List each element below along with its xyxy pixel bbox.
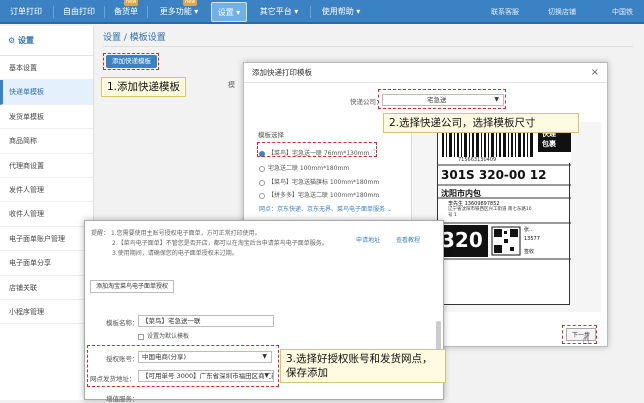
highlight-box xyxy=(87,345,279,387)
template-option-2[interactable]: 宅急送二联 100mm*180mm xyxy=(259,163,349,172)
large-sort-number: 320 xyxy=(441,228,483,252)
nav-help-label: 使用帮助 xyxy=(321,7,354,16)
sidebar-item-agent-settings[interactable]: 代理商设置 xyxy=(0,154,93,178)
default-checkbox-label: 设置为默认模板 xyxy=(147,333,190,340)
nav-other-platforms-label: 其它平台 xyxy=(259,7,292,16)
step2-callout: 2.选择快递公司，选择模板尺寸 xyxy=(383,113,579,133)
close-icon[interactable]: × xyxy=(591,67,599,78)
highlight-box xyxy=(103,53,159,70)
sidebar-item-basic-settings[interactable]: 基本设置 xyxy=(0,56,93,81)
template-select-label: 模板选择 xyxy=(258,131,284,139)
step1-callout: 1.添加快递模板 xyxy=(101,77,187,97)
notice-line-1: 1.您需要使用主账号授权电子面单，方可正常打印使用。 xyxy=(110,230,261,237)
chevron-down-icon: ▾ xyxy=(194,7,199,16)
page-title: 设置 / 模板设置 xyxy=(103,33,166,43)
nav-order-print[interactable]: 订单打印 xyxy=(0,0,52,24)
radio-icon xyxy=(259,179,265,186)
tutorial-link[interactable]: 查看教程 xyxy=(396,235,420,244)
destination-city: 沈阳市内包 xyxy=(441,189,481,198)
sidebar-item-invoice-templates[interactable]: 发货单模板 xyxy=(0,105,93,130)
nav-divider xyxy=(53,6,54,18)
nav-picking-list-label: 备货单 xyxy=(114,7,138,16)
checkbox-icon xyxy=(138,333,144,340)
top-nav: 订单打印 自由打印 备货单 new 更多功能 ▾ new 设置 ▾ 其它平台 ▾… xyxy=(0,0,644,24)
contact-support-link[interactable]: 联系客服 xyxy=(491,0,519,24)
divider xyxy=(103,46,633,47)
nav-divider xyxy=(104,6,105,18)
highlight-box xyxy=(562,325,597,344)
chevron-down-icon: ▾ xyxy=(294,7,299,16)
notice-prefix: 提醒： xyxy=(91,230,110,237)
value-added-label: 增值服务： xyxy=(106,395,139,403)
sidebar-item-mini-program[interactable]: 小程序管理 xyxy=(0,300,93,325)
template-name-label: 模板名称： xyxy=(106,319,139,327)
cursor-hand-icon: ☝ xyxy=(582,333,590,348)
sender-name: 张... xyxy=(524,227,534,233)
partial-tab-label: 模 xyxy=(228,81,235,89)
nav-settings[interactable]: 设置 ▾ xyxy=(211,2,247,22)
default-template-checkbox[interactable]: 设置为默认模板 xyxy=(138,331,189,340)
sidebar-item-recipient-management[interactable]: 收件人管理 xyxy=(0,202,93,227)
dialog-title: 添加快递打印模板 xyxy=(244,63,607,83)
template-name-input[interactable]: 【菜鸟】宅急送一联 xyxy=(138,315,274,327)
chevron-down-icon: ▾ xyxy=(236,8,241,17)
template-option-label: 宅急送二联 100mm*180mm xyxy=(268,165,350,172)
template-option-4[interactable]: 【拼多多】宅急送二联 100mm*180mm xyxy=(259,190,379,199)
new-badge: new xyxy=(183,0,198,6)
tracking-number: 715663130409 xyxy=(458,157,497,163)
service-links-text: 网点：京东快递、京东无界、菜鸟电子面单服务 xyxy=(259,206,386,213)
chevron-down-icon: ⌄ xyxy=(386,206,392,213)
sidebar-item-waybill-sharing[interactable]: 电子面单分享 xyxy=(0,251,93,276)
highlight-box xyxy=(378,89,506,109)
notice-line-2: 2.【菜鸟电子面单】不管您是否开店，都可以在淘宝后台申请菜鸟电子面单服务。 xyxy=(112,240,328,247)
nav-picking-list[interactable]: 备货单 new xyxy=(106,0,146,24)
nav-divider xyxy=(147,6,148,18)
notice-line-3: 3.使用期间，请确保您的电子面单授权未过期。 xyxy=(112,250,238,257)
switch-store-link[interactable]: 切换店铺 xyxy=(548,0,576,24)
qr-code-icon xyxy=(491,226,521,256)
scrollbar[interactable] xyxy=(436,321,441,351)
sign-field: 签收 xyxy=(524,249,535,255)
highlight-box xyxy=(257,142,377,157)
sidebar-title: 设置 xyxy=(17,36,34,45)
sidebar-item-express-templates[interactable]: 快递单模板 xyxy=(0,80,93,105)
recipient-info: 李先生 13609897852 xyxy=(448,201,500,207)
add-auth-button[interactable]: 添加淘宝菜鸟电子面单授权 xyxy=(90,280,175,293)
chevron-down-icon: ▾ xyxy=(356,7,361,16)
sidebar-header: ⚙ 设置 xyxy=(0,26,93,56)
account-name[interactable]: 中国铁 xyxy=(612,0,633,24)
sidebar-item-waybill-accounts[interactable]: 电子面单账户管理 xyxy=(0,227,93,252)
logo-text-bottom: 包裹 xyxy=(542,140,556,148)
gear-icon: ⚙ xyxy=(8,36,16,45)
step3-callout: 3.选择好授权账号和发货网点，保存添加 xyxy=(280,349,446,383)
service-links[interactable]: 网点：京东快递、京东无界、菜鸟电子面单服务 ⌄ xyxy=(259,204,392,213)
new-badge: new xyxy=(124,0,139,6)
template-option-label: 【菜鸟】宅急送猫旗标 100mm*180mm xyxy=(268,179,380,186)
radio-icon xyxy=(259,192,265,199)
nav-other-platforms[interactable]: 其它平台 ▾ xyxy=(252,0,306,24)
template-option-3[interactable]: 【菜鸟】宅急送猫旗标 100mm*180mm xyxy=(259,177,379,186)
phone-partial: 13577 xyxy=(524,236,540,242)
nav-settings-label: 设置 xyxy=(217,8,234,17)
sidebar: ⚙ 设置 基本设置 快递单模板 发货单模板 商品简称 代理商设置 发件人管理 收… xyxy=(0,26,94,400)
nav-divider xyxy=(310,6,311,18)
nav-more-features-label: 更多功能 xyxy=(159,7,192,16)
nav-more-features[interactable]: 更多功能 ▾ new xyxy=(150,0,208,24)
sidebar-item-product-alias[interactable]: 商品简称 xyxy=(0,129,93,154)
sidebar-item-store-linking[interactable]: 店铺关联 xyxy=(0,276,93,300)
apply-address-link[interactable]: 申请地址 xyxy=(356,235,380,244)
nav-free-print[interactable]: 自由打印 xyxy=(55,0,103,24)
radio-icon xyxy=(259,165,265,172)
sidebar-item-sender-management[interactable]: 发件人管理 xyxy=(0,178,93,203)
template-option-label: 【拼多多】宅急送二联 100mm*180mm xyxy=(268,192,380,199)
sort-code: 301S 320-00 12 xyxy=(441,168,547,182)
waybill-preview: 快递 包裹 715663130409 301S 320-00 12 沈阳市内包 … xyxy=(437,127,571,305)
nav-help[interactable]: 使用帮助 ▾ xyxy=(315,0,367,24)
recipient-address: 辽宁省沈阳市铁西区兴工街道 南七东路10号 1 xyxy=(448,207,532,218)
